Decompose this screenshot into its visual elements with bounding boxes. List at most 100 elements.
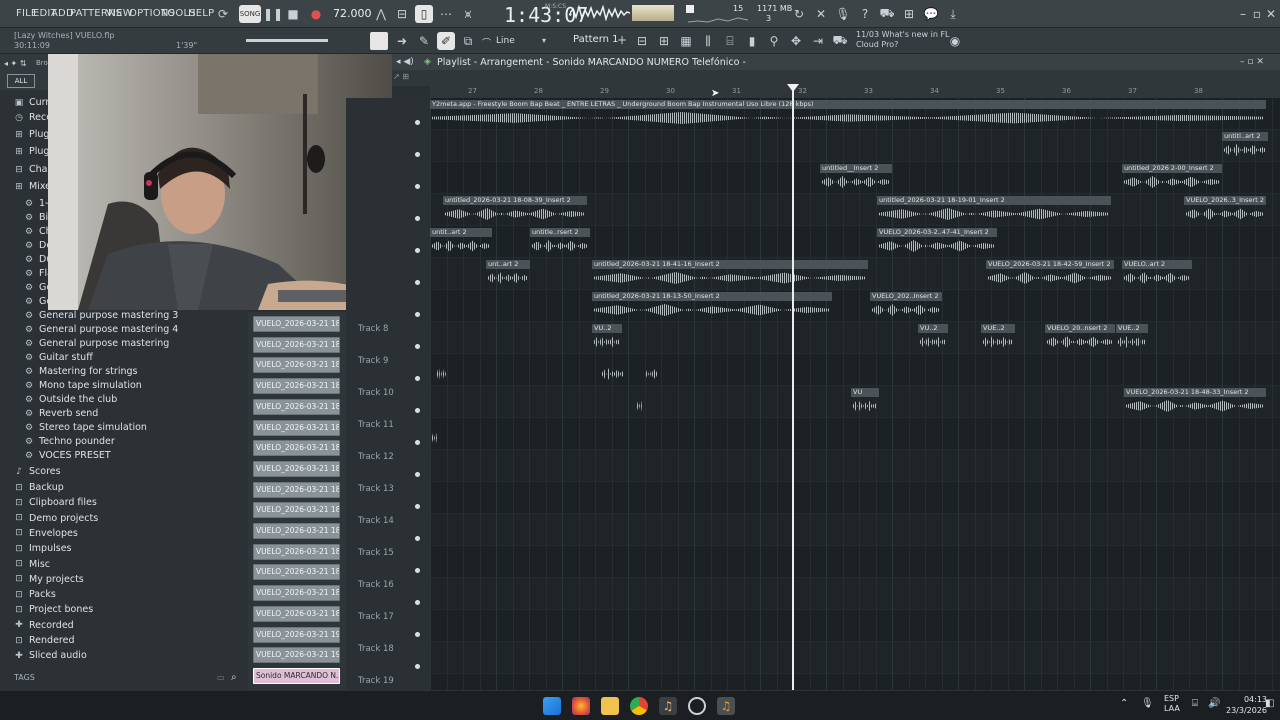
overdub-icon[interactable]: ⩙ bbox=[459, 5, 477, 23]
tray-volume-icon[interactable]: 🔊 bbox=[1208, 698, 1220, 709]
track-name[interactable]: Track 16 bbox=[358, 580, 394, 590]
fl-studio-active-icon[interactable]: ♫ bbox=[717, 697, 735, 715]
add-pattern-icon[interactable]: + bbox=[617, 33, 627, 47]
track-mute-button[interactable] bbox=[415, 408, 420, 413]
picker-clip-1[interactable]: VUELO_2026-03-21 18-4... bbox=[253, 336, 340, 353]
picker-clip-2[interactable]: VUELO_2026-03-21 18-4... bbox=[253, 357, 340, 374]
audio-clip-small[interactable] bbox=[635, 388, 645, 416]
song-mode-toggle[interactable]: SONG bbox=[239, 5, 261, 23]
fl-studio-icon[interactable]: ♫ bbox=[659, 697, 677, 715]
picker-clip-6[interactable]: VUELO_2026-03-21 18-5... bbox=[253, 440, 340, 457]
track-lane[interactable] bbox=[430, 322, 1280, 354]
mixer-preset-16[interactable]: ⚙ Stereo tape simulation bbox=[24, 420, 147, 435]
mixer-preset-17[interactable]: ⚙ Techno pounder bbox=[24, 434, 115, 449]
track-name[interactable]: Track 14 bbox=[358, 516, 394, 526]
arrangement-name[interactable]: Sonido MARCANDO NUMERO Telefónico bbox=[552, 57, 739, 68]
news-panel[interactable]: 11/03 What's new in FL Cloud Pro? bbox=[856, 30, 950, 50]
tray-mic-icon[interactable]: 🎙 bbox=[1141, 698, 1154, 709]
windows-start-icon[interactable] bbox=[543, 697, 561, 715]
metronome-icon[interactable]: ⋀ bbox=[372, 5, 390, 23]
audio-clip[interactable]: untit..art 2 bbox=[430, 228, 492, 256]
track-name[interactable]: Track 15 bbox=[358, 548, 394, 558]
track-mute-button[interactable] bbox=[415, 248, 420, 253]
audio-clip[interactable]: untitled_2026-03-21 18-19-01_Insert 2 bbox=[877, 196, 1111, 224]
cart-icon[interactable]: ⛟ bbox=[831, 32, 849, 50]
playhead[interactable] bbox=[792, 86, 794, 690]
audio-clip[interactable]: VUELO_2026-03-21 18-42-59_Insert 2 bbox=[986, 260, 1114, 288]
tempo-display[interactable]: 72.000 bbox=[333, 7, 372, 20]
close-icon[interactable]: ✕ bbox=[1262, 5, 1280, 23]
playlist-icon[interactable]: ⊟ bbox=[633, 32, 651, 50]
picker-clip-17[interactable]: Sonido MARCANDO N... bbox=[253, 667, 340, 684]
audio-clip[interactable]: VU..2 bbox=[592, 324, 622, 352]
audio-clip[interactable]: unt..art 2 bbox=[486, 260, 530, 288]
folder-8[interactable]: ⊡ Packs bbox=[14, 587, 56, 602]
track-lane[interactable] bbox=[430, 514, 1280, 546]
picker-clip-4[interactable]: VUELO_2026-03-21 18-5... bbox=[253, 398, 340, 415]
picker-clip-16[interactable]: VUELO_2026-03-21 19-0... bbox=[253, 647, 340, 664]
audio-clip[interactable]: VUELO_2026-03-2..47-41_Insert 2 bbox=[877, 228, 997, 256]
mixer-preset-13[interactable]: ⚙ Mono tape simulation bbox=[24, 378, 142, 393]
track-mute-button[interactable] bbox=[415, 632, 420, 637]
folder-1[interactable]: ⊡ Backup bbox=[14, 480, 64, 495]
track-lane[interactable] bbox=[430, 290, 1280, 322]
mixer-preset-18[interactable]: ⚙ VOCES PRESET bbox=[24, 448, 111, 463]
picker-clip-3[interactable]: VUELO_2026-03-21 18-5... bbox=[253, 378, 340, 395]
folder-11[interactable]: ⊡ Rendered bbox=[14, 633, 74, 648]
track-mute-button[interactable] bbox=[415, 152, 420, 157]
audio-clip-small[interactable] bbox=[435, 356, 449, 384]
snap-select[interactable]: Line bbox=[496, 36, 515, 46]
playlist-tools-icon[interactable]: ↗ ⊞ bbox=[393, 72, 429, 82]
system-clock[interactable]: 04:13 23/3/2026 bbox=[1226, 694, 1267, 716]
track-mute-button[interactable] bbox=[415, 536, 420, 541]
track-mute-button[interactable] bbox=[415, 568, 420, 573]
pencil-icon[interactable]: ✎ bbox=[415, 32, 433, 50]
track-mute-button[interactable] bbox=[415, 504, 420, 509]
folder-3[interactable]: ⊡ Demo projects bbox=[14, 511, 98, 526]
picker-clip-11[interactable]: VUELO_2026-03-21 18-5... bbox=[253, 543, 340, 560]
chat-icon[interactable]: 💬 bbox=[922, 5, 940, 23]
chrome-icon[interactable] bbox=[630, 697, 648, 715]
picker-clip-8[interactable]: VUELO_2026-03-21 18-5... bbox=[253, 481, 340, 498]
picker-clip-7[interactable]: VUELO_2026-03-21 18-5... bbox=[253, 460, 340, 477]
track-mute-button[interactable] bbox=[415, 664, 420, 669]
track-mute-button[interactable] bbox=[415, 440, 420, 445]
playlist-window-controls[interactable]: – ▫ ✕ bbox=[1240, 57, 1264, 67]
track-name[interactable]: Track 11 bbox=[358, 420, 394, 430]
mixer-preset-15[interactable]: ⚙ Reverb send bbox=[24, 406, 98, 421]
audio-clip[interactable]: untitled_2026 2-00_Insert 2 bbox=[1122, 164, 1222, 192]
picker-clip-14[interactable]: VUELO_2026-03-21 18-5... bbox=[253, 605, 340, 622]
track-mute-button[interactable] bbox=[415, 312, 420, 317]
touch-controller-icon[interactable]: ✥ bbox=[787, 32, 805, 50]
piano-roll-icon[interactable]: ▦ bbox=[677, 32, 695, 50]
browser-icon[interactable]: ⌸ bbox=[721, 32, 739, 50]
track-lane[interactable] bbox=[430, 482, 1280, 514]
folder-6[interactable]: ⊡ Misc bbox=[14, 557, 50, 572]
language-indicator[interactable]: ESP LAA bbox=[1164, 694, 1180, 714]
folder-7[interactable]: ⊡ My projects bbox=[14, 572, 84, 587]
help-icon[interactable]: ? bbox=[856, 5, 874, 23]
firefox-icon[interactable] bbox=[572, 697, 590, 715]
tray-chevron-icon[interactable]: ⌃ bbox=[1120, 698, 1128, 709]
track-lane[interactable] bbox=[430, 450, 1280, 482]
folder-2[interactable]: ⊡ Clipboard files bbox=[14, 495, 97, 510]
picker-clip-13[interactable]: VUELO_2026-03-21 18-5... bbox=[253, 585, 340, 602]
audio-clip-small[interactable] bbox=[430, 420, 440, 448]
track-mute-button[interactable] bbox=[415, 120, 420, 125]
playlist-menu-icon[interactable]: ◂ ◀) bbox=[396, 57, 414, 67]
mixer-preset-11[interactable]: ⚙ Guitar stuff bbox=[24, 350, 93, 365]
audio-clip[interactable]: VU bbox=[851, 388, 879, 416]
audio-clip[interactable]: VUELO_2026..3_Insert 2 bbox=[1184, 196, 1266, 224]
track-lane[interactable] bbox=[430, 546, 1280, 578]
link-icon[interactable]: ✕ bbox=[812, 5, 830, 23]
browser-filter-all[interactable]: ALL bbox=[7, 74, 35, 88]
track-name[interactable]: Track 17 bbox=[358, 612, 394, 622]
track-mute-button[interactable] bbox=[415, 280, 420, 285]
picker-clip-12[interactable]: VUELO_2026-03-21 18-5... bbox=[253, 564, 340, 581]
browser-search-label[interactable]: Bro bbox=[36, 59, 48, 67]
wait-icon[interactable]: ⊟ bbox=[393, 5, 411, 23]
track-name[interactable]: Track 8 bbox=[358, 324, 388, 334]
track-mute-button[interactable] bbox=[415, 184, 420, 189]
audio-clip[interactable]: untitled_2026-03-21 18-13-50_Insert 2 bbox=[592, 292, 832, 320]
playlist-play-icon[interactable]: ◈ bbox=[424, 57, 431, 67]
